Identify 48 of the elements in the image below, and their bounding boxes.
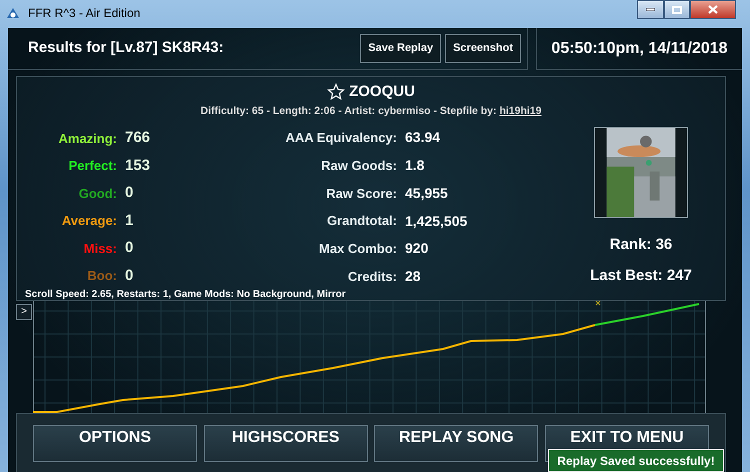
results-title: Results for [Lv.87] SK8R43: [28,38,224,58]
stat-label: Max Combo: [318,240,397,258]
rank: Rank: 36 [610,235,672,256]
replay-saved-toast: Replay Saved successfully! [548,449,724,472]
menu-button[interactable]: OPTIONS [33,424,197,462]
judgement-count: 0 [125,183,134,204]
favorite-star-icon[interactable] [327,83,346,102]
last-best: Last Best: 247 [590,266,692,286]
judgement-label: Miss: [82,240,117,258]
close-icon [708,5,718,14]
stat-value: 1,425,505 [405,212,468,231]
judgement-label: Average: [60,212,117,230]
expand-button[interactable]: > [16,304,32,320]
maximize-button[interactable] [664,0,690,19]
stepfile-author-link[interactable]: hi19hi19 [499,104,542,116]
window-title: FFR R^3 - Air Edition [28,4,140,22]
stat-label: Raw Goods: [320,156,397,175]
judgement-count: 0 [125,266,134,286]
judgement-count: 1 [125,210,134,231]
header-button[interactable]: Save Replay [360,34,442,63]
menu-button[interactable]: HIGHSCORES [204,424,368,462]
app-icon [6,6,20,20]
menu-button[interactable]: REPLAY SONG [374,424,538,462]
game-settings: Scroll Speed: 2.65, Restarts: 1, Game Mods: No Background, Mirror [25,289,346,300]
stat-value: 45,955 [405,184,448,203]
judgement-count: 153 [125,156,150,176]
judgement-count: 766 [125,128,150,148]
stat-label: Raw Score: [325,184,397,203]
date-time: 05:50:10pm, 14/11/2018 [551,38,728,58]
stat-value: 63.94 [405,128,440,148]
header-button[interactable]: Screenshot [445,34,521,63]
judgement-label: Amazing: [58,130,117,148]
stat-label: Grandtotal: [326,212,397,230]
stat-value: 1.8 [405,156,424,176]
stat-label: Credits: [346,268,397,286]
close-button[interactable] [690,0,736,19]
stat-value: 28 [405,267,421,286]
judgement-count: 0 [125,238,134,258]
judgement-label: Boo: [86,267,117,286]
judgement-label: Perfect: [68,157,117,176]
stat-value: 920 [405,239,428,258]
stat-label: AAA Equivalency: [284,129,397,147]
song-details: Difficulty: 65 - Length: 2:06 - Artist: cybermiso - Stepfile by: [200,104,497,116]
maximize-icon [672,6,682,14]
minimize-button[interactable] [637,0,664,19]
minimize-icon [646,8,655,11]
judgement-label: Good: [78,184,117,203]
song-title: ZOOQUU [349,82,415,102]
